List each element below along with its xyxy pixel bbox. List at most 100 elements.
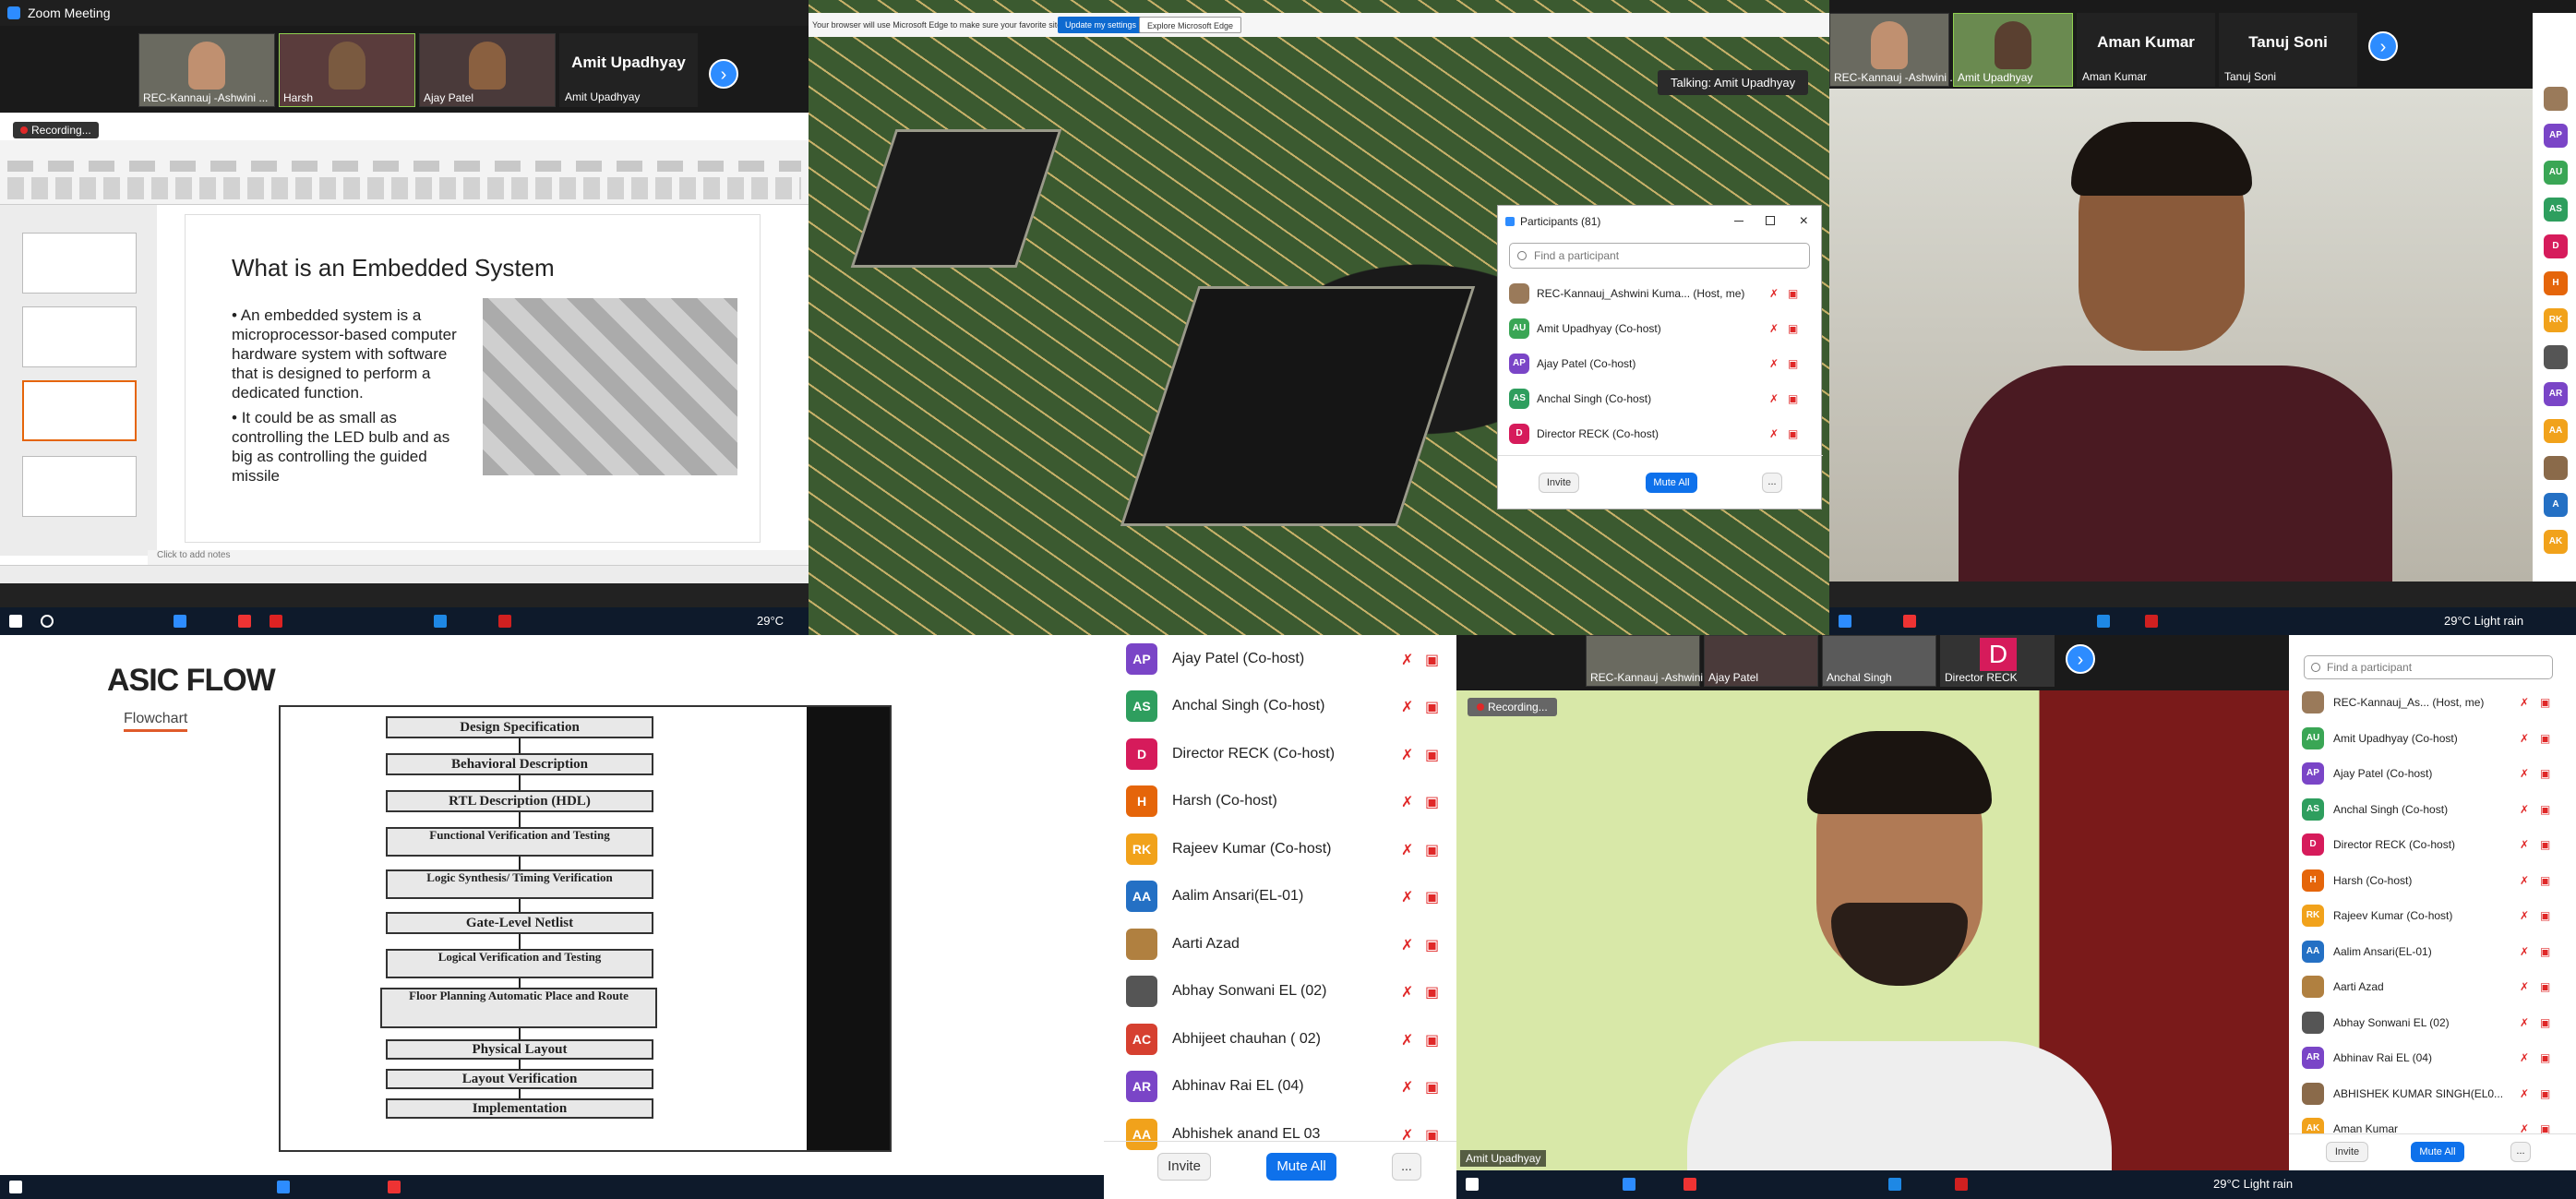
participant-row[interactable]: H Harsh (Co-host) ✗ ▣ [1104, 778, 1456, 826]
participant-row[interactable]: D Director RECK (Co-host) ✗ ▣ [1498, 416, 1823, 451]
participant-row[interactable]: AS Anchal Singh (Co-host) ✗ ▣ [1498, 381, 1823, 416]
chrome-icon[interactable] [1903, 615, 1916, 628]
opera-icon[interactable] [270, 615, 282, 628]
participant-row[interactable]: AR Abhinav Rai EL (04) ✗ ▣ [1104, 1063, 1456, 1111]
pdf-icon[interactable] [1955, 1178, 1968, 1191]
participant-avatar[interactable]: A [2544, 493, 2568, 517]
participant-search-input[interactable]: Find a participant [2304, 655, 2553, 679]
participant-row[interactable]: Abhay Sonwani EL (02) ✗ ▣ [2289, 1005, 2576, 1041]
video-off-icon[interactable]: ▣ [1425, 936, 1439, 954]
mic-muted-icon[interactable]: ✗ [2520, 874, 2529, 887]
video-off-icon[interactable]: ▣ [1425, 698, 1439, 716]
slide-thumb-selected[interactable] [22, 380, 137, 441]
participant-row[interactable]: AP Ajay Patel (Co-host) ✗ ▣ [1104, 635, 1456, 683]
search-icon[interactable] [41, 615, 54, 628]
windows-start-icon[interactable] [1466, 1178, 1479, 1191]
participant-row[interactable]: Abhay Sonwani EL (02) ✗ ▣ [1104, 968, 1456, 1016]
video-off-icon[interactable]: ▣ [1425, 841, 1439, 859]
participant-row[interactable]: AS Anchal Singh (Co-host) ✗ ▣ [2289, 792, 2576, 828]
mic-muted-icon[interactable]: ✗ [1401, 983, 1413, 1001]
video-off-icon[interactable]: ▣ [2540, 767, 2550, 780]
video-off-icon[interactable]: ▣ [2540, 945, 2550, 958]
participant-avatar[interactable]: AR [2544, 382, 2568, 406]
participant-row[interactable]: AU Amit Upadhyay (Co-host) ✗ ▣ [1498, 311, 1823, 346]
thumb-video[interactable]: Harsh [279, 33, 415, 107]
mic-muted-icon[interactable]: ✗ [1401, 698, 1413, 716]
participant-avatar[interactable] [2544, 456, 2568, 480]
mic-muted-icon[interactable]: ✗ [1769, 322, 1779, 335]
mic-muted-icon[interactable]: ✗ [1401, 936, 1413, 954]
video-off-icon[interactable]: ▣ [1425, 746, 1439, 764]
next-page-button[interactable]: › [2368, 31, 2398, 61]
next-page-button[interactable]: › [2066, 644, 2095, 674]
mic-muted-icon[interactable]: ✗ [2520, 838, 2529, 851]
slide-thumb[interactable] [22, 233, 137, 294]
mic-muted-icon[interactable]: ✗ [1769, 392, 1779, 405]
participant-avatar[interactable] [2544, 345, 2568, 369]
chrome-icon[interactable] [388, 1181, 401, 1193]
vscode-icon[interactable] [2097, 615, 2110, 628]
more-button[interactable]: ... [1762, 473, 1782, 493]
participant-row[interactable]: AU Amit Upadhyay (Co-host) ✗ ▣ [2289, 721, 2576, 757]
mute-all-button[interactable]: Mute All [1646, 473, 1697, 493]
video-off-icon[interactable]: ▣ [1788, 322, 1798, 335]
participant-avatar[interactable]: AP [2544, 124, 2568, 148]
video-off-icon[interactable]: ▣ [2540, 980, 2550, 993]
mute-all-button[interactable]: Mute All [2411, 1142, 2464, 1162]
participant-row[interactable]: REC-Kannauj_As... (Host, me) ✗ ▣ [2289, 685, 2576, 721]
video-off-icon[interactable]: ▣ [1788, 427, 1798, 440]
slide-thumb[interactable] [22, 306, 137, 367]
invite-button[interactable]: Invite [1157, 1153, 1211, 1181]
video-off-icon[interactable]: ▣ [1425, 793, 1439, 811]
participant-row[interactable]: AP Ajay Patel (Co-host) ✗ ▣ [1498, 346, 1823, 381]
invite-button[interactable]: Invite [2326, 1142, 2368, 1162]
mic-muted-icon[interactable]: ✗ [2520, 909, 2529, 922]
video-off-icon[interactable]: ▣ [1425, 983, 1439, 1001]
participant-avatar[interactable]: H [2544, 271, 2568, 295]
participant-avatar[interactable]: AU [2544, 161, 2568, 185]
participant-row[interactable]: RK Rajeev Kumar (Co-host) ✗ ▣ [1104, 825, 1456, 873]
pdf-icon[interactable] [2145, 615, 2158, 628]
mic-muted-icon[interactable]: ✗ [2520, 732, 2529, 745]
mic-muted-icon[interactable]: ✗ [1401, 746, 1413, 764]
mic-muted-icon[interactable]: ✗ [1401, 841, 1413, 859]
participant-row[interactable]: AS Anchal Singh (Co-host) ✗ ▣ [1104, 683, 1456, 731]
participant-search-input[interactable]: Find a participant [1509, 243, 1810, 269]
video-off-icon[interactable]: ▣ [1425, 1031, 1439, 1049]
vscode-icon[interactable] [434, 615, 447, 628]
video-off-icon[interactable]: ▣ [2540, 1122, 2550, 1133]
video-off-icon[interactable]: ▣ [2540, 909, 2550, 922]
edge-icon[interactable] [1623, 1178, 1635, 1191]
thumb-video[interactable]: REC-Kannauj -Ashwini ... [1586, 635, 1715, 687]
thumb-name-only[interactable]: Tanuj Soni Tanuj Soni [2219, 13, 2357, 87]
video-off-icon[interactable]: ▣ [1788, 392, 1798, 405]
video-off-icon[interactable]: ▣ [2540, 1051, 2550, 1064]
mute-all-button[interactable]: Mute All [1266, 1153, 1336, 1181]
participant-row[interactable]: AP Ajay Patel (Co-host) ✗ ▣ [2289, 756, 2576, 792]
participant-row[interactable]: H Harsh (Co-host) ✗ ▣ [2289, 863, 2576, 899]
video-off-icon[interactable]: ▣ [1425, 1078, 1439, 1097]
participant-row[interactable]: Aarti Azad ✗ ▣ [1104, 920, 1456, 968]
minimize-icon[interactable] [1734, 221, 1743, 222]
windows-start-icon[interactable] [9, 1181, 22, 1193]
mic-muted-icon[interactable]: ✗ [2520, 696, 2529, 709]
slide-thumb[interactable] [22, 456, 137, 517]
thumb-video[interactable]: REC-Kannauj -Ashwini ... [138, 33, 275, 107]
thumb-video[interactable]: Ajay Patel [1704, 635, 1818, 687]
chrome-icon[interactable] [1683, 1178, 1696, 1191]
thumb-director[interactable]: D Director RECK [1940, 635, 2055, 687]
mic-muted-icon[interactable]: ✗ [1401, 651, 1413, 669]
participant-row[interactable]: ABHISHEK KUMAR SINGH(EL0... ✗ ▣ [2289, 1076, 2576, 1112]
mic-muted-icon[interactable]: ✗ [1401, 1031, 1413, 1049]
thumb-video[interactable]: Ajay Patel [419, 33, 556, 107]
mic-muted-icon[interactable]: ✗ [2520, 980, 2529, 993]
vscode-icon[interactable] [1888, 1178, 1901, 1191]
participant-avatar[interactable] [2544, 87, 2568, 111]
mic-muted-icon[interactable]: ✗ [2520, 803, 2529, 816]
maximize-icon[interactable] [1766, 216, 1775, 225]
video-off-icon[interactable]: ▣ [1788, 287, 1798, 300]
participant-row[interactable]: AR Abhinav Rai EL (04) ✗ ▣ [2289, 1040, 2576, 1076]
next-page-button[interactable]: › [709, 59, 738, 89]
close-icon[interactable]: × [1800, 206, 1808, 237]
mic-muted-icon[interactable]: ✗ [1401, 888, 1413, 906]
